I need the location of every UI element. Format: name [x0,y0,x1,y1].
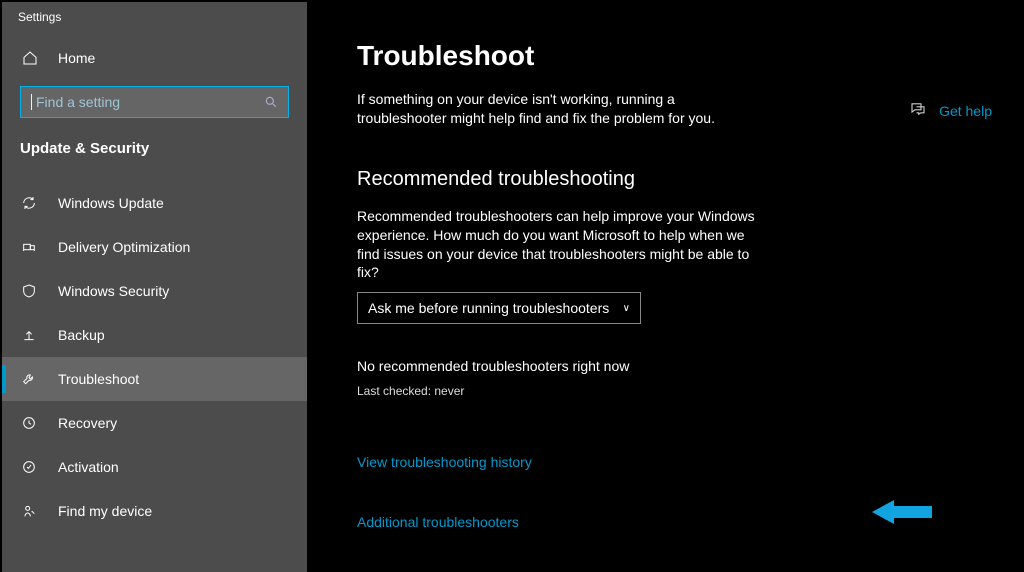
get-help-link[interactable]: Get help [909,100,992,121]
sidebar-item-label: Find my device [58,503,152,519]
app-title: Settings [2,2,307,38]
sidebar-item-label: Troubleshoot [58,371,139,387]
page-description: If something on your device isn't workin… [357,90,767,128]
help-chat-icon [909,100,927,121]
view-history-link[interactable]: View troubleshooting history [357,454,532,470]
sidebar-item-windows-update[interactable]: Windows Update [2,181,307,225]
nav-list: Windows Update Delivery Optimization Win… [2,181,307,533]
backup-icon [20,326,38,344]
sidebar-home-button[interactable]: Home [2,38,307,78]
sidebar-item-recovery[interactable]: Recovery [2,401,307,445]
wrench-icon [20,370,38,388]
recommended-heading: Recommended troubleshooting [357,168,1024,191]
additional-troubleshooters-link[interactable]: Additional troubleshooters [357,514,519,530]
shield-icon [20,282,38,300]
sidebar-item-label: Backup [58,327,105,343]
sidebar-item-activation[interactable]: Activation [2,445,307,489]
home-icon [22,50,38,66]
sidebar-item-label: Delivery Optimization [58,239,190,255]
sidebar-section-title: Update & Security [2,136,307,167]
status-text: No recommended troubleshooters right now [357,358,1024,374]
sidebar-item-delivery-optimization[interactable]: Delivery Optimization [2,225,307,269]
sidebar-item-windows-security[interactable]: Windows Security [2,269,307,313]
sidebar-item-label: Windows Security [58,283,169,299]
delivery-icon [20,238,38,256]
sidebar-item-find-my-device[interactable]: Find my device [2,489,307,533]
sidebar-item-troubleshoot[interactable]: Troubleshoot [2,357,307,401]
sidebar-item-label: Recovery [58,415,117,431]
sidebar-item-label: Activation [58,459,119,475]
search-box[interactable] [20,86,289,118]
help-label: Get help [939,103,992,119]
sync-icon [20,194,38,212]
main-content: Troubleshoot If something on your device… [307,0,1024,572]
recommended-description: Recommended troubleshooters can help imp… [357,207,757,283]
sidebar-item-backup[interactable]: Backup [2,313,307,357]
page-title: Troubleshoot [357,40,1024,72]
sidebar: Settings Home Update & Security Windows … [0,0,307,572]
search-input[interactable] [36,94,264,110]
home-label: Home [58,50,95,66]
last-checked-text: Last checked: never [357,384,1024,398]
dropdown-value: Ask me before running troubleshooters [368,300,609,316]
troubleshoot-preference-dropdown[interactable]: Ask me before running troubleshooters ∨ [357,292,641,324]
sidebar-item-label: Windows Update [58,195,164,211]
chevron-down-icon: ∨ [623,303,630,314]
recovery-icon [20,414,38,432]
activation-icon [20,458,38,476]
annotation-arrow [872,498,932,531]
find-device-icon [20,502,38,520]
search-icon [264,95,278,109]
